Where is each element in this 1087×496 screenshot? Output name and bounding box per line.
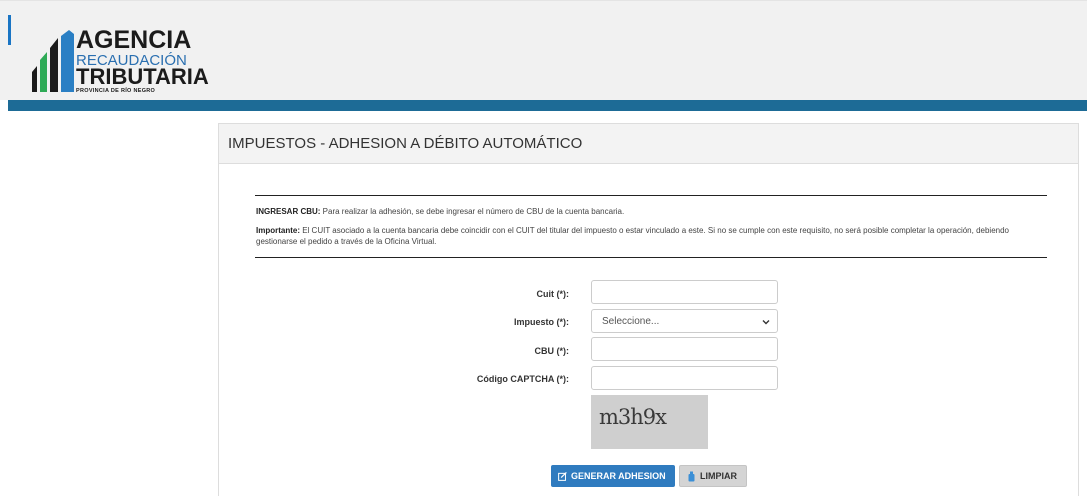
info-important: Importante: El CUIT asociado a la cuenta… — [256, 225, 1046, 247]
captcha-label: Código CAPTCHA (*): — [476, 374, 569, 384]
divider-bottom — [255, 257, 1047, 258]
logo-line-provincia: PROVINCIA DE RÍO NEGRO — [76, 88, 156, 94]
header-accent-bar — [8, 15, 11, 45]
chevron-down-icon — [762, 320, 770, 325]
generar-adhesion-button[interactable]: GENERAR ADHESION — [551, 465, 675, 487]
logo-line-tributaria: TRIBUTARIA — [76, 64, 209, 89]
header-band — [8, 100, 1087, 111]
page-title: IMPUESTOS - ADHESION A DÉBITO AUTOMÁTICO — [228, 135, 583, 152]
eraser-icon — [688, 471, 695, 481]
info-important-text: El CUIT asociado a la cuenta bancaria de… — [256, 226, 1009, 246]
adhesion-panel: IMPUESTOS - ADHESION A DÉBITO AUTOMÁTICO… — [218, 123, 1079, 496]
captcha-image-text: m3h9x — [599, 405, 667, 429]
info-cbu-text: Para realizar la adhesión, se debe ingre… — [320, 207, 625, 216]
info-cbu-label: INGRESAR CBU: — [256, 207, 321, 216]
cbu-input[interactable] — [591, 337, 778, 361]
impuesto-select[interactable]: Seleccione... — [591, 309, 778, 333]
agency-logo[interactable]: AGENCIA RECAUDACIÓN TRIBUTARIA PROVINCIA… — [30, 28, 209, 94]
limpiar-label: LIMPIAR — [700, 471, 737, 481]
limpiar-button[interactable]: LIMPIAR — [679, 465, 747, 487]
divider-top — [255, 195, 1047, 196]
panel-heading: IMPUESTOS - ADHESION A DÉBITO AUTOMÁTICO — [219, 124, 1078, 164]
site-header: AGENCIA RECAUDACIÓN TRIBUTARIA PROVINCIA… — [0, 0, 1087, 100]
cuit-input[interactable] — [591, 280, 778, 304]
impuesto-label: Impuesto (*): — [514, 317, 569, 327]
edit-icon — [558, 471, 567, 481]
logo-wordmark: AGENCIA RECAUDACIÓN TRIBUTARIA PROVINCIA… — [76, 28, 209, 95]
info-important-label: Importante: — [256, 226, 300, 235]
cbu-label: CBU (*): — [534, 346, 570, 356]
logo-bars-icon — [32, 30, 74, 92]
logo-line-agencia: AGENCIA — [76, 26, 192, 54]
captcha-image: m3h9x — [591, 395, 708, 449]
captcha-input[interactable] — [591, 366, 778, 390]
generar-adhesion-label: GENERAR ADHESION — [571, 471, 666, 481]
cuit-label: Cuit (*): — [536, 289, 570, 299]
info-cbu: INGRESAR CBU: Para realizar la adhesión,… — [256, 206, 1046, 217]
